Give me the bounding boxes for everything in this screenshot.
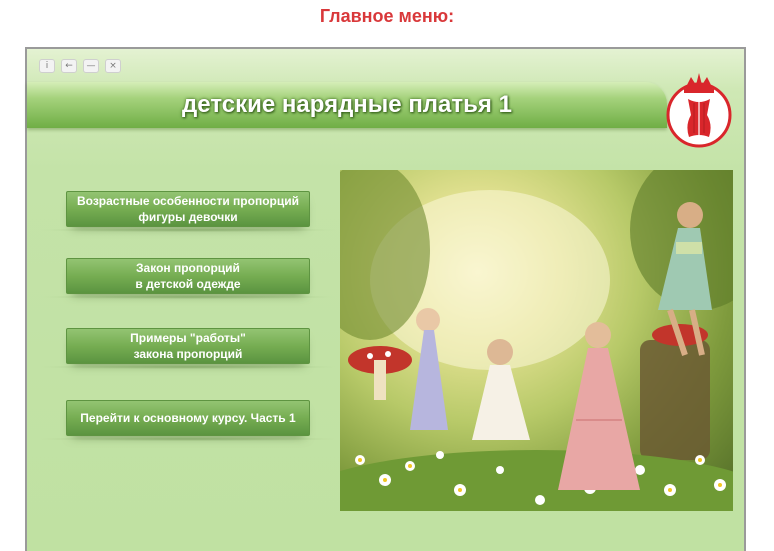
girls-in-party-dresses-fairy-forest-image <box>340 170 733 511</box>
corset-crown-logo-icon <box>666 73 732 148</box>
close-icon[interactable]: × <box>105 59 121 73</box>
menu-button-law-examples[interactable]: Примеры "работы" закона пропорций <box>37 328 339 369</box>
page-heading: Главное меню: <box>319 6 455 26</box>
minimize-icon[interactable]: — <box>83 59 99 73</box>
back-arrow-icon[interactable]: ← <box>61 59 77 73</box>
window-controls: i ← — × <box>39 59 121 73</box>
menu-button-age-proportions[interactable]: Возрастные особенности пропорций фигуры … <box>37 191 339 232</box>
course-title: детские нарядные платья 1 <box>182 91 512 118</box>
menu-button-proportion-law[interactable]: Закон пропорций в детской одежде <box>37 258 339 299</box>
info-icon[interactable]: i <box>39 59 55 73</box>
app-window: i ← — × детские нарядные платья 1 Возрас… <box>25 47 746 551</box>
title-bar: детские нарядные платья 1 <box>27 82 667 128</box>
menu-button-go-to-course[interactable]: Перейти к основному курсу. Часть 1 <box>37 400 339 441</box>
